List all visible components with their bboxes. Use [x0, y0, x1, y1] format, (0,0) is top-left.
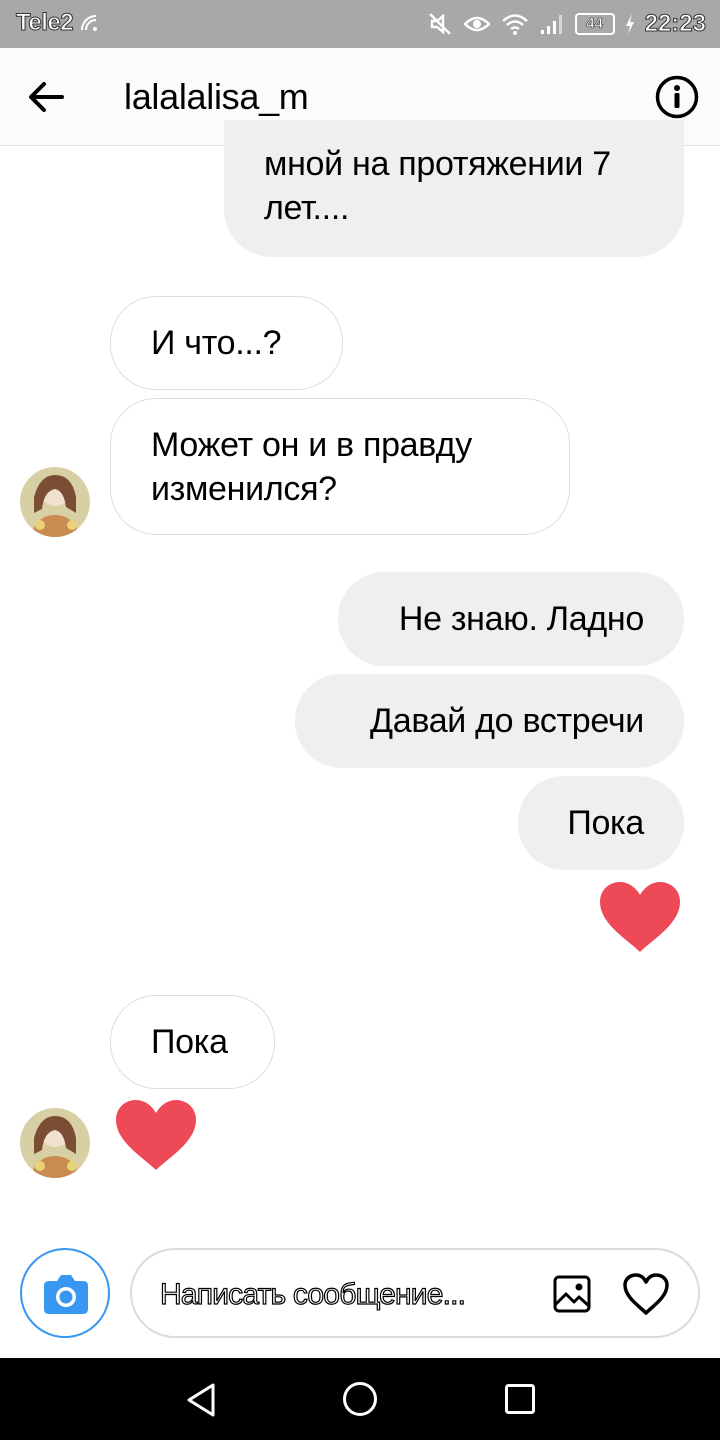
nav-home-icon[interactable]	[342, 1381, 378, 1417]
camera-button[interactable]	[20, 1248, 110, 1338]
avatar[interactable]	[20, 1108, 90, 1178]
avatar-image	[20, 1108, 90, 1178]
heart-icon	[116, 1100, 196, 1170]
chat-title[interactable]: lalalalisa_m	[124, 76, 309, 118]
battery-icon: 44	[574, 13, 615, 35]
message-text: И что...?	[151, 324, 282, 362]
eye-icon	[462, 16, 491, 32]
avatar-image	[20, 467, 90, 537]
message-bubble-outgoing[interactable]: мной на протяжении 7 лет....	[224, 120, 684, 257]
message-bubble-incoming[interactable]: Пока	[110, 995, 275, 1089]
carrier-name: Tele2	[15, 9, 74, 37]
message-composer: Написать сообщение...	[0, 1240, 720, 1358]
back-button[interactable]	[26, 76, 68, 118]
system-nav-bar	[0, 1358, 720, 1440]
data-saver-icon	[81, 15, 97, 31]
clock: 22:23	[644, 10, 706, 38]
heart-outline-icon	[623, 1273, 669, 1315]
mute-icon	[428, 13, 451, 35]
message-text: Пока	[151, 1023, 228, 1061]
arrow-left-icon	[29, 82, 64, 112]
message-text: Пока	[567, 804, 644, 842]
avatar[interactable]	[20, 467, 90, 537]
message-bubble-outgoing[interactable]: Давай до встречи	[295, 674, 684, 768]
battery-level: 44	[586, 15, 603, 33]
message-bubble-outgoing[interactable]: Пока	[518, 776, 684, 870]
info-icon	[655, 75, 699, 119]
nav-recents-icon[interactable]	[505, 1384, 535, 1414]
message-text: Не знаю. Ладно	[398, 600, 644, 638]
message-bubble-incoming[interactable]: Может он и в правду изменился?	[110, 398, 570, 535]
heart-icon	[600, 882, 680, 952]
info-button[interactable]	[655, 75, 699, 119]
message-input[interactable]: Написать сообщение...	[130, 1248, 700, 1338]
charging-icon	[625, 14, 634, 34]
status-icons: 44 22:23	[427, 8, 707, 40]
image-icon	[553, 1275, 591, 1313]
message-input-placeholder: Написать сообщение...	[159, 1277, 466, 1311]
signal-icon	[540, 15, 562, 34]
wifi-icon	[501, 14, 528, 35]
heart-message[interactable]	[598, 880, 682, 959]
status-bar: Tele2 44 22:23	[0, 0, 720, 48]
like-button[interactable]	[622, 1272, 670, 1316]
message-bubble-incoming[interactable]: И что...?	[110, 296, 343, 390]
message-text: Может он и в правду изменился?	[151, 425, 472, 508]
message-text: мной на протяжении 7 лет....	[264, 145, 611, 227]
heart-message[interactable]	[114, 1098, 198, 1177]
nav-back-icon[interactable]	[185, 1382, 217, 1418]
message-bubble-outgoing[interactable]: Не знаю. Ладно	[338, 572, 684, 666]
gallery-button[interactable]	[552, 1274, 592, 1314]
camera-icon	[44, 1275, 88, 1314]
message-text: Давай до встречи	[369, 702, 644, 740]
